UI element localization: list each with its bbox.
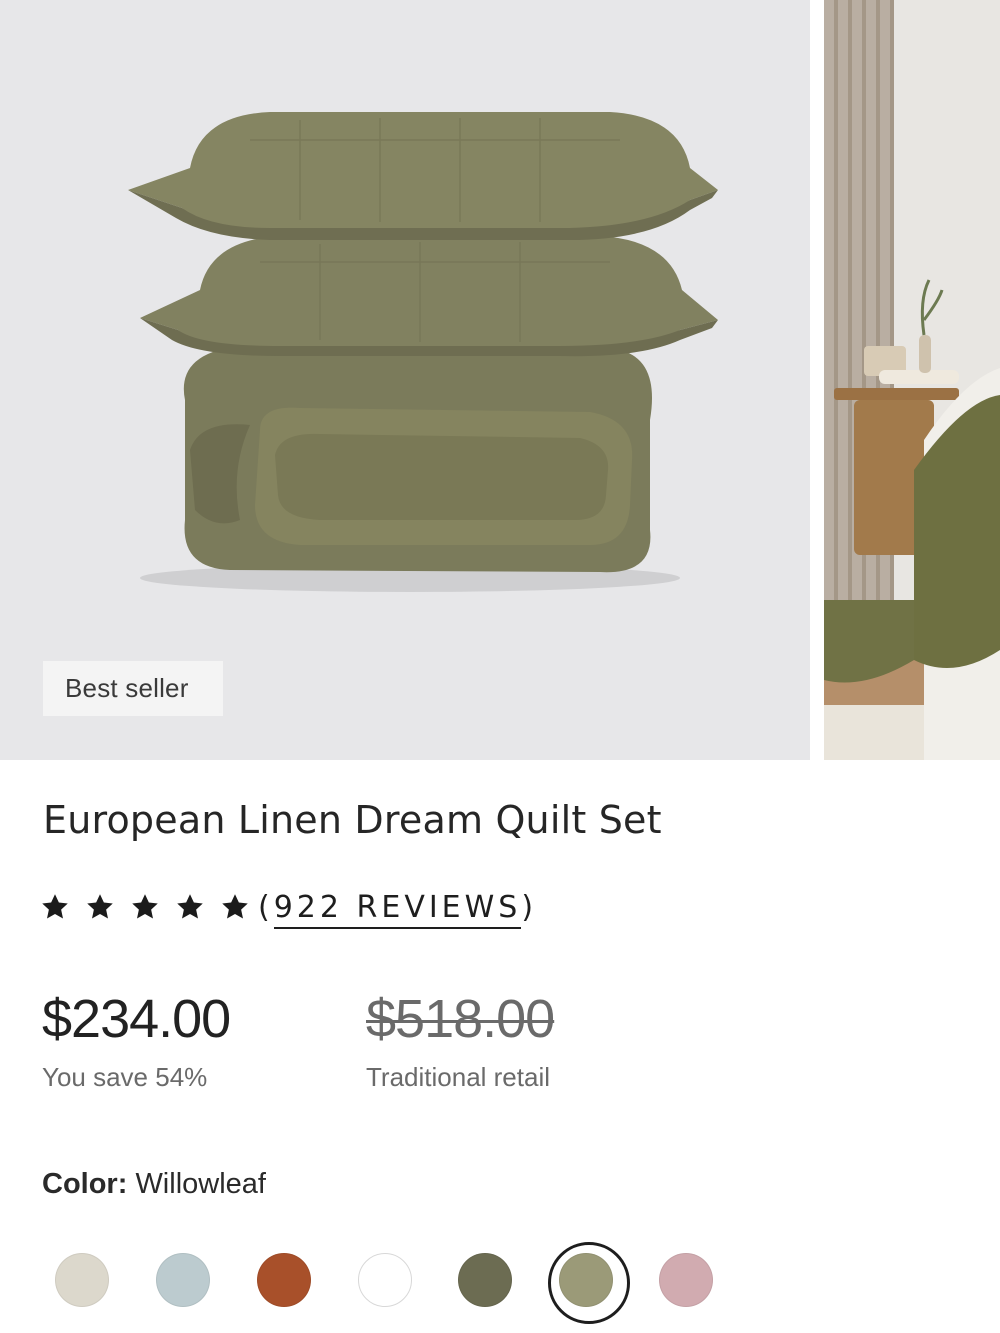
star-icon (130, 892, 160, 922)
compare-price-label: Traditional retail (366, 1062, 551, 1092)
reviews-close-paren: ) (521, 889, 538, 925)
swatch-bone[interactable] (55, 1253, 109, 1307)
product-image-next[interactable] (824, 0, 1000, 760)
reviews-link[interactable]: (922 REVIEWS) (258, 889, 538, 929)
bedroom-scene-image (824, 0, 1000, 760)
star-rating (40, 892, 265, 922)
sale-price: $234.00 (42, 989, 231, 1049)
color-swatches (55, 1242, 735, 1324)
star-icon (175, 892, 205, 922)
star-icon (40, 892, 70, 922)
compare-price: $518.00 (366, 989, 555, 1049)
product-image-main[interactable]: Best seller (0, 0, 810, 760)
swatch-white[interactable] (358, 1253, 412, 1307)
quilt-stack-image (0, 0, 810, 760)
selected-color-name: Willowleaf (135, 1168, 266, 1200)
reviews-count[interactable]: 922 REVIEWS (273, 889, 522, 929)
swatch-blush[interactable] (659, 1253, 713, 1307)
swatch-terracotta[interactable] (257, 1253, 311, 1307)
swatch-mist[interactable] (156, 1253, 210, 1307)
savings-text: You save 54% (42, 1062, 208, 1092)
swatch-willowleaf[interactable] (548, 1242, 630, 1324)
color-selection-label: Color: Willowleaf (42, 1168, 266, 1201)
product-gallery[interactable]: Best seller (0, 0, 1000, 760)
reviews-open-paren: ( (258, 889, 274, 925)
star-icon (220, 892, 250, 922)
star-icon (85, 892, 115, 922)
swatch-olive[interactable] (458, 1253, 512, 1307)
best-seller-badge: Best seller (43, 661, 223, 716)
rating-row: (922 REVIEWS) (40, 882, 537, 932)
color-label: Color: (42, 1168, 128, 1200)
product-title: European Linen Dream Quilt Set (43, 798, 662, 842)
